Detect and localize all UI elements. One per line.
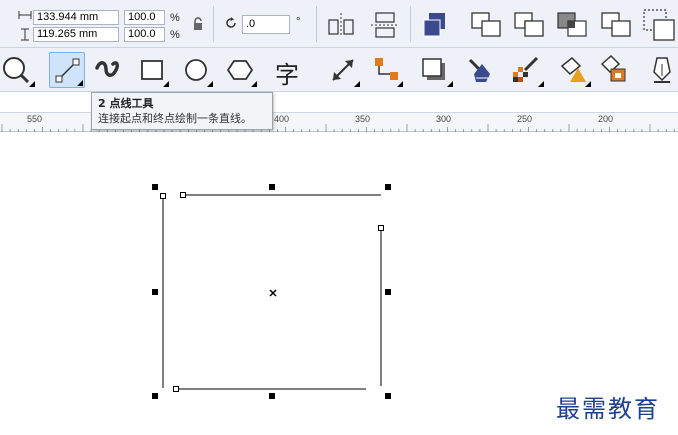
combine-icon[interactable]: [420, 10, 450, 40]
mirror-horizontal-icon[interactable]: [326, 12, 356, 38]
smart-fill-tool[interactable]: [597, 52, 633, 88]
flyout-indicator: [207, 81, 213, 87]
center-mark-icon[interactable]: [269, 289, 277, 297]
scale-x-field[interactable]: 100.0: [124, 10, 165, 25]
transparency-icon: [468, 58, 490, 82]
rotation-field[interactable]: .0: [242, 15, 290, 34]
selection-handle-bottom-right[interactable]: [385, 393, 391, 399]
flyout-indicator: [538, 81, 544, 87]
height-icon: [21, 28, 29, 41]
ruler-label: 400: [274, 114, 290, 124]
tooltip-description: 连接起点和终点绘制一条直线。: [98, 112, 252, 125]
ellipse-tool[interactable]: [178, 52, 214, 88]
ruler-label: 200: [598, 114, 614, 124]
selection-handle-bottom[interactable]: [269, 393, 275, 399]
two-point-line-tool[interactable]: [49, 52, 85, 88]
separator: [410, 6, 411, 42]
node-handle[interactable]: [160, 193, 166, 199]
selection-handle-right[interactable]: [385, 289, 391, 295]
weld-icon[interactable]: [470, 10, 504, 40]
text-tool[interactable]: 字: [272, 52, 308, 89]
interactive-fill-tool[interactable]: [556, 52, 592, 88]
color-eyedropper-tool[interactable]: [509, 52, 545, 88]
intersect-icon[interactable]: [556, 10, 590, 40]
mirror-vertical-icon[interactable]: [370, 10, 400, 40]
watermark: 最需教育: [556, 395, 660, 423]
selection-handle-left[interactable]: [152, 289, 158, 295]
property-bar: 133.944 mm 119.265 mm 100.0 100.0 % % .0…: [0, 0, 678, 48]
front-minus-back-icon[interactable]: [640, 8, 676, 42]
percent-label-y: %: [170, 29, 180, 41]
artistic-media-icon: [95, 61, 119, 77]
flyout-indicator: [397, 81, 403, 87]
flyout-indicator: [354, 81, 360, 87]
lock-ratio-icon[interactable]: [192, 17, 204, 31]
flyout-indicator: [251, 81, 257, 87]
node-handle[interactable]: [173, 386, 179, 392]
ruler-label: 300: [436, 114, 452, 124]
text-tool-icon: 字: [275, 61, 299, 89]
toolbox: 字: [0, 48, 678, 92]
flyout-indicator: [447, 81, 453, 87]
rotate-icon: [226, 17, 236, 28]
tool-tooltip: 2 点线工具 连接起点和终点绘制一条直线。: [91, 92, 273, 130]
selection-handle-top-right[interactable]: [385, 184, 391, 190]
smart-fill-icon: [600, 54, 626, 82]
flyout-indicator: [77, 80, 83, 86]
outline-pen-icon: [653, 57, 671, 83]
flyout-indicator: [29, 81, 35, 87]
flyout-indicator: [163, 81, 169, 87]
polygon-tool[interactable]: [222, 52, 258, 88]
ruler-label: 550: [27, 114, 43, 124]
transparency-tool[interactable]: [462, 52, 498, 88]
trim-icon[interactable]: [513, 10, 547, 40]
width-icon: [18, 11, 32, 19]
percent-label-x: %: [170, 12, 180, 24]
zoom-tool[interactable]: [0, 52, 36, 88]
scale-y-field[interactable]: 100.0: [124, 27, 165, 42]
node-handle[interactable]: [180, 192, 186, 198]
node-handle[interactable]: [378, 225, 384, 231]
artistic-media-tool[interactable]: [91, 52, 127, 88]
selection-handle-top-left[interactable]: [152, 184, 158, 190]
degree-label: °: [296, 16, 301, 28]
tooltip-title: 2 点线工具: [98, 97, 154, 110]
dimension-tool[interactable]: [325, 52, 361, 88]
ruler-label: 350: [355, 114, 371, 124]
drop-shadow-tool[interactable]: [418, 52, 454, 88]
flyout-indicator: [585, 81, 591, 87]
selection-handle-bottom-left[interactable]: [152, 393, 158, 399]
width-field[interactable]: 133.944 mm: [33, 10, 119, 25]
height-field[interactable]: 119.265 mm: [33, 27, 119, 42]
simplify-icon[interactable]: [600, 10, 634, 40]
rectangle-tool[interactable]: [134, 52, 170, 88]
separator: [316, 6, 317, 42]
connector-tool[interactable]: [368, 52, 404, 88]
selection-handle-top[interactable]: [269, 184, 275, 190]
coreldraw-window: 133.944 mm 119.265 mm 100.0 100.0 % % .0…: [0, 0, 678, 435]
separator: [213, 6, 214, 42]
outline-pen-tool[interactable]: [648, 52, 678, 88]
ruler-label: 250: [517, 114, 533, 124]
